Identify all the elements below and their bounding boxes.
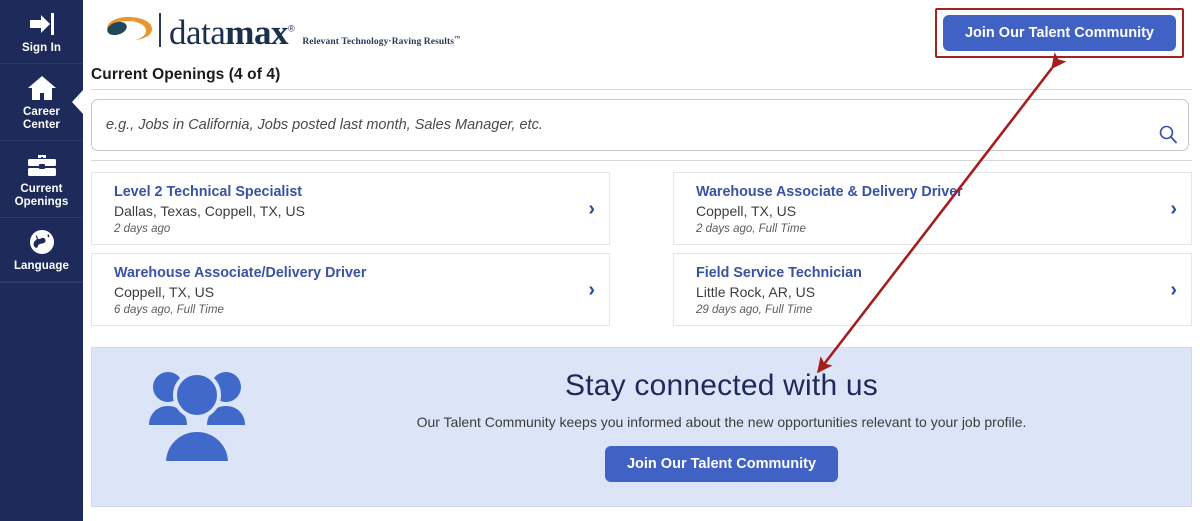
join-talent-community-banner-button[interactable]: Join Our Talent Community [604,446,839,482]
sidebar-item-label: Sign In [21,42,62,54]
home-icon [2,73,81,103]
sidebar-item-label: Career Center [22,106,61,131]
search-bar[interactable] [91,99,1189,151]
main-content: datamax® Relevant Technology·Raving Resu… [83,0,1200,521]
search-icon[interactable] [1158,124,1178,144]
chevron-right-icon[interactable]: › [588,280,595,300]
chevron-right-icon[interactable]: › [1170,199,1177,219]
job-card[interactable]: Field Service Technician Little Rock, AR… [673,253,1192,326]
logo-word-data: data [169,12,226,52]
logo-word-max: max [225,12,288,52]
sidebar-item-sign-in[interactable]: Sign In [0,0,83,64]
job-location: Little Rock, AR, US [696,284,816,300]
left-sidebar: Sign In Career Center Current Openings L… [0,0,83,521]
job-meta: 2 days ago [114,223,171,235]
logo-wordmark: datamax® Relevant Technology·Raving Resu… [169,12,461,52]
globe-icon [2,227,81,257]
page-header: datamax® Relevant Technology·Raving Resu… [83,0,1200,67]
job-card[interactable]: Warehouse Associate & Delivery Driver Co… [673,172,1192,245]
sidebar-item-current-openings[interactable]: Current Openings [0,141,83,218]
logo-swoosh-icon [101,12,157,48]
banner-subtitle: Our Talent Community keeps you informed … [416,414,1027,430]
logo-divider [159,13,161,48]
job-card[interactable]: Warehouse Associate/Delivery Driver Copp… [91,253,610,326]
chevron-right-icon[interactable]: › [1170,280,1177,300]
logo-tagline: Relevant Technology·Raving Results™ [302,35,461,47]
people-group-icon [144,363,250,468]
sidebar-empty-space [0,282,83,521]
banner-text-block: Stay connected with us Our Talent Commun… [282,366,1161,482]
job-meta: 6 days ago, Full Time [114,304,224,316]
job-title[interactable]: Level 2 Technical Specialist [114,183,569,201]
job-meta: 2 days ago, Full Time [696,223,806,235]
job-meta: 29 days ago, Full Time [696,304,813,316]
career-site-page: Sign In Career Center Current Openings L… [0,0,1200,521]
sidebar-item-label: Current Openings [14,183,69,208]
join-talent-community-header-button[interactable]: Join Our Talent Community [942,15,1176,51]
divider-top [91,89,1192,90]
sidebar-item-career-center[interactable]: Career Center [0,64,83,141]
briefcase-icon [2,150,81,180]
job-card[interactable]: Level 2 Technical Specialist Dallas, Tex… [91,172,610,245]
job-title[interactable]: Warehouse Associate/Delivery Driver [114,264,569,282]
job-location: Dallas, Texas, Coppell, TX, US [114,203,305,219]
job-title[interactable]: Warehouse Associate & Delivery Driver [696,183,1151,201]
job-location: Coppell, TX, US [114,284,215,300]
sidebar-item-label: Language [13,260,70,272]
chevron-right-icon[interactable]: › [588,199,595,219]
banner-title: Stay connected with us [565,369,878,402]
page-title: Current Openings (4 of 4) [91,66,281,83]
registered-mark: ® [287,23,295,33]
divider-bottom [91,160,1192,161]
search-input[interactable] [106,100,1146,150]
highlight-box-join-talent-community: Join Our Talent Community [934,8,1184,58]
datamax-logo: datamax® Relevant Technology·Raving Resu… [101,12,461,52]
job-title[interactable]: Field Service Technician [696,264,1151,282]
talent-community-banner: Stay connected with us Our Talent Commun… [91,347,1192,507]
sign-in-icon [2,9,81,39]
job-location: Coppell, TX, US [696,203,797,219]
job-list: Level 2 Technical Specialist Dallas, Tex… [91,172,1192,326]
sidebar-item-language[interactable]: Language [0,218,83,282]
